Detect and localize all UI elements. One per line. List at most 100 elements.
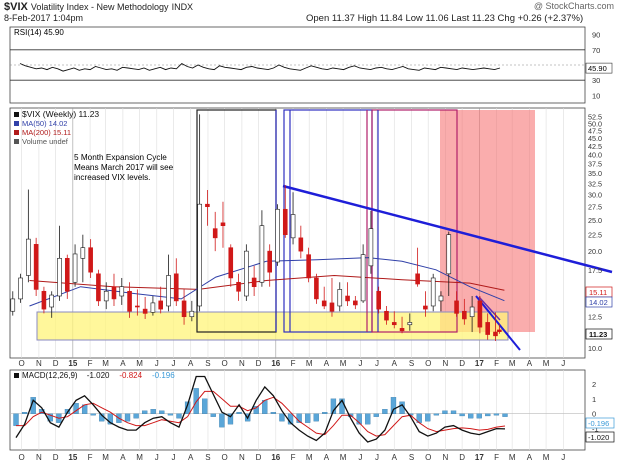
x-tick-label: F	[291, 359, 296, 368]
macd-histogram-bar	[21, 412, 28, 414]
macd-x-tick-label: N	[239, 453, 245, 462]
x-tick-label: D	[459, 359, 465, 368]
macd-tag-text: -0.196	[588, 419, 609, 428]
candle-body	[282, 208, 288, 236]
legend-entry: MA(200) 15.11	[22, 128, 71, 137]
x-tick-label: M	[306, 359, 313, 368]
candle-body	[80, 247, 86, 259]
macd-histogram-bar	[236, 412, 242, 414]
macd-x-tick-label: N	[443, 453, 449, 462]
macd-histogram-bar	[425, 413, 431, 422]
candle-body	[384, 310, 389, 321]
x-tick-label: A	[527, 359, 533, 368]
macd-histogram-bar	[493, 413, 500, 416]
macd-histogram-bar	[502, 413, 508, 417]
macd-x-tick-label: F	[88, 453, 93, 462]
macd-x-tick-label: O	[425, 453, 431, 462]
price-x-axis: O N D 15 F M A M J J A S O N D 16 F M A M J J A S O N D 17 F M A M J	[19, 359, 566, 368]
candle-body	[430, 277, 436, 307]
macd-histogram-bar	[133, 413, 139, 419]
x-tick-label: M	[340, 359, 347, 368]
candle-body	[298, 237, 304, 252]
macd-legend-entry: -0.196	[152, 371, 175, 380]
candle-body	[127, 290, 132, 312]
x-tick-label: M	[543, 359, 550, 368]
macd-histogram-bar	[202, 398, 208, 414]
macd-x-tick-label: M	[509, 453, 516, 462]
macd-value-tags: -0.196 -1.020	[585, 417, 615, 443]
candle-body	[337, 289, 343, 307]
candle-body	[399, 328, 405, 332]
macd-x-tick-label: S	[205, 453, 210, 462]
macd-legend-entry: MACD(12,26,9)	[22, 371, 78, 380]
macd-x-tick-label: J	[358, 453, 362, 462]
price-tick-label: 12.5	[588, 313, 602, 322]
candle-body	[49, 294, 55, 308]
legend-swatch	[14, 112, 19, 117]
macd-x-tick-label: A	[324, 453, 330, 462]
candle-body	[88, 247, 93, 273]
candle-body	[135, 305, 140, 308]
rsi-tick-label: 10	[592, 91, 600, 100]
candle-body	[314, 277, 319, 300]
candle-body	[360, 254, 366, 302]
macd-histogram-bar	[210, 413, 216, 417]
macd-histogram-bar	[176, 413, 182, 419]
macd-legend-entry: -0.824	[119, 371, 142, 380]
macd-x-tick-label: F	[291, 453, 296, 462]
price-tag-text: 14.02	[589, 298, 608, 307]
candle-body	[158, 300, 164, 310]
macd-legend: MACD(12,26,9) -1.020 -0.824 -0.196	[14, 371, 175, 380]
macd-x-tick-label: 17	[475, 453, 484, 462]
macd-histogram-bar	[167, 413, 174, 416]
candle-body	[493, 331, 498, 337]
macd-histogram-bar	[468, 413, 474, 419]
candle-body	[251, 277, 257, 287]
candle-body	[173, 273, 179, 302]
macd-x-tick-label: M	[102, 453, 109, 462]
x-tick-label: J	[561, 359, 565, 368]
macd-histogram-bar	[279, 413, 285, 422]
macd-histogram-bar	[390, 397, 397, 414]
candle-body	[10, 298, 16, 312]
macd-histogram-bar	[365, 413, 371, 425]
macd-histogram-bar	[124, 413, 131, 422]
candle-body	[72, 253, 78, 283]
candle-body	[150, 302, 156, 313]
rsi-panel: 9070503010 RSI(14) 45.90 45.90	[9, 26, 613, 104]
candle-body	[64, 257, 70, 292]
candle-body	[103, 290, 109, 302]
macd-x-tick-label: F	[494, 453, 499, 462]
macd-x-tick-label: J	[155, 453, 159, 462]
x-tick-label: 17	[475, 359, 484, 368]
candle-body	[41, 290, 47, 310]
x-tick-label: 16	[271, 359, 280, 368]
price-tick-label: 30.0	[588, 191, 602, 200]
candle-body	[290, 214, 296, 239]
candle-body	[220, 222, 226, 226]
candle-body	[415, 273, 420, 285]
chart-canvas: 9070503010 RSI(14) 45.90 45.90 52	[9, 26, 615, 462]
legend-swatch	[14, 130, 19, 135]
macd-histogram-bar	[90, 413, 96, 416]
macd-histogram-bar	[159, 410, 165, 414]
rsi-value-tag: 45.90	[585, 62, 613, 74]
x-tick-label: M	[102, 359, 109, 368]
candle-body	[166, 275, 171, 307]
x-tick-label: N	[239, 359, 245, 368]
macd-legend-swatch	[14, 373, 19, 378]
annotation-line-1: 5 Month Expansion Cycle	[74, 153, 167, 162]
macd-histogram-bar	[305, 413, 311, 423]
macd-x-tick-label: O	[19, 453, 25, 462]
candle-body	[119, 286, 125, 297]
macd-histogram-bar	[450, 410, 457, 414]
x-tick-label: N	[36, 359, 42, 368]
candle-body	[244, 250, 249, 297]
candle-body	[96, 273, 101, 302]
expansion-cycle-highlight	[440, 110, 535, 332]
macd-histogram-bar	[219, 413, 225, 428]
macd-x-tick-label: M	[543, 453, 550, 462]
macd-tag-text: -1.020	[588, 433, 609, 442]
x-tick-label: 15	[68, 359, 77, 368]
x-tick-label: J	[171, 359, 175, 368]
